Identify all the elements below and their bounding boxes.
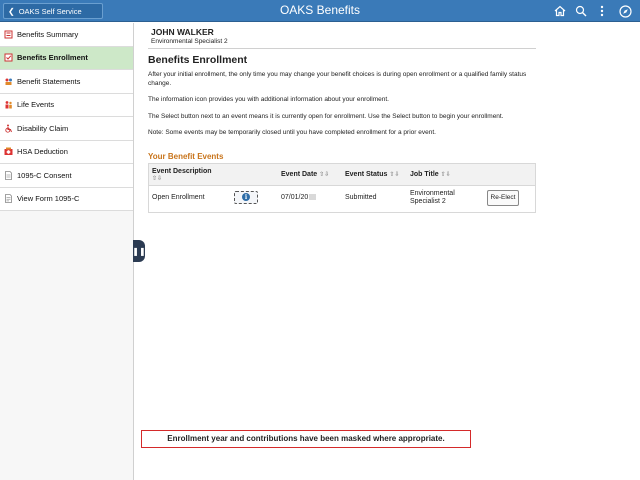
sidebar-item-label: 1095-C Consent [17,170,72,180]
sort-icon: ⇧⇩ [152,175,163,182]
sidebar-item-view-form-1095c[interactable]: View Form 1095-C [0,187,133,211]
sidebar: Benefits Summary Benefits Enrollment Ben… [0,23,134,480]
col-event-description[interactable]: Event Description ⇧⇩ [152,168,212,182]
enrollment-icon [4,53,13,62]
event-info-button[interactable]: i [234,190,258,204]
form-icon [4,194,13,204]
search-icon[interactable] [573,3,589,19]
sidebar-item-label: Benefits Enrollment [17,53,88,63]
sidebar-item-1095c-consent[interactable]: 1095-C Consent [0,164,133,188]
page-title: Benefits Enrollment [148,54,248,66]
info-paragraph: The information icon provides you with a… [148,96,389,103]
job-title-cell: Environmental Specialist 2 [410,189,455,205]
sidebar-item-hsa-deduction[interactable]: HSA Deduction [0,140,133,164]
app-header: ❮ OAKS Self Service OAKS Benefits [0,0,640,22]
sidebar-item-benefits-enrollment[interactable]: Benefits Enrollment [0,46,133,70]
people-icon [4,100,13,109]
col-event-date[interactable]: Event Date ⇧⇩ [281,171,329,178]
wheelchair-icon [4,124,13,133]
sidebar-item-benefits-summary[interactable]: Benefits Summary [0,23,133,47]
event-date-cell: 07/01/20 [281,193,317,201]
sort-icon: ⇧⇩ [440,171,451,178]
col-event-status[interactable]: Event Status ⇧⇩ [345,171,399,178]
sort-icon: ⇧⇩ [319,171,330,178]
benefit-events-table: Event Description ⇧⇩ Event Date ⇧⇩ Event… [148,162,536,213]
statements-icon [4,77,13,86]
sort-icon: ⇧⇩ [389,171,400,178]
event-description-cell: Open Enrollment [152,193,205,201]
sidebar-item-label: Life Events [17,100,55,110]
sidebar-item-benefit-statements[interactable]: Benefit Statements [0,70,133,94]
sidebar-item-life-events[interactable]: Life Events [0,93,133,117]
intro-paragraph: After your initial enrollment, the only … [148,71,527,87]
section-title: Your Benefit Events [148,151,224,161]
masked-value [309,193,317,200]
select-paragraph: The Select button next to an event means… [148,112,504,120]
document-icon [4,170,13,180]
sidebar-item-disability-claim[interactable]: Disability Claim [0,117,133,141]
table-header: Event Description ⇧⇩ Event Date ⇧⇩ Event… [149,163,535,186]
hsa-icon [4,147,13,156]
app-title: OAKS Benefits [279,3,361,17]
header-divider [148,48,536,49]
menu-icon[interactable] [594,3,610,19]
re-elect-button[interactable]: Re-Elect [487,189,519,206]
sidebar-collapse-handle[interactable]: ❚❚ [132,240,146,262]
employee-job-title: Environmental Specialist 2 [151,38,228,45]
sidebar-item-label: HSA Deduction [17,147,68,157]
info-icon: i [242,193,250,201]
sidebar-item-label: Benefit Statements [17,76,81,86]
employee-name: JOHN WALKER [151,27,214,37]
home-icon[interactable] [552,3,568,19]
col-job-title[interactable]: Job Title ⇧⇩ [410,171,451,178]
sidebar-item-label: View Form 1095-C [17,194,80,204]
pause-bars-icon: ❚❚ [132,246,146,256]
main-content: JOHN WALKER Environmental Specialist 2 B… [148,27,536,213]
sidebar-item-label: Disability Claim [17,123,69,133]
event-status-cell: Submitted [345,193,377,201]
table-row: Open Enrollment i 07/01/20 Submitted Env… [149,186,535,212]
masking-notice: Enrollment year and contributions have b… [141,430,471,448]
sidebar-item-label: Benefits Summary [17,29,79,39]
note-paragraph: Note: Some events may be temporarily clo… [148,129,436,136]
summary-icon [4,30,13,39]
nav-compass-icon[interactable] [617,3,633,19]
